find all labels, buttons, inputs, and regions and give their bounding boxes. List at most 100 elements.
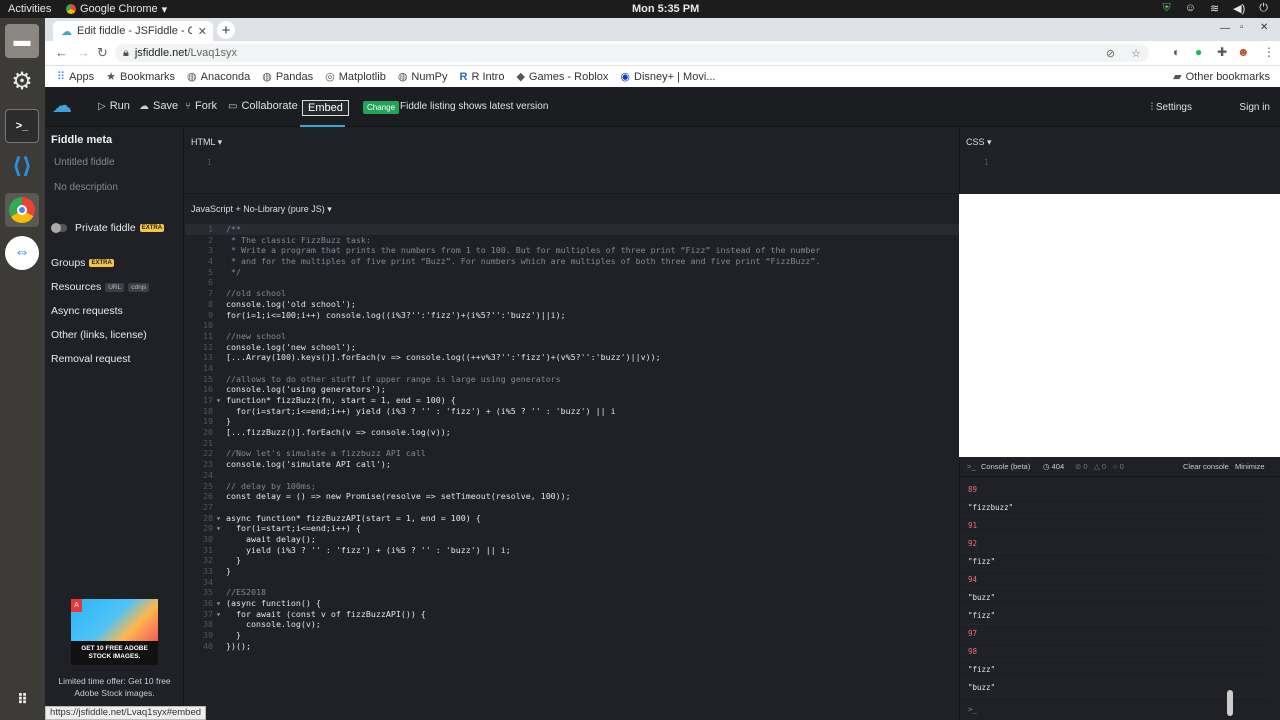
code-line[interactable]: 7 //old school <box>185 288 959 299</box>
fold-arrow-icon[interactable]: ▾ <box>216 598 226 609</box>
extension-green-icon[interactable]: ● <box>1195 45 1202 59</box>
console-warning-count[interactable]: △ 0 <box>1094 462 1106 471</box>
terminal-icon[interactable]: >_ <box>5 109 39 143</box>
change-badge[interactable]: Change <box>363 101 400 114</box>
save-button[interactable]: ☁ Save <box>139 100 178 112</box>
fold-arrow-icon[interactable]: ▾ <box>216 395 226 406</box>
maximize-icon[interactable]: ▫ <box>1240 22 1244 33</box>
back-icon[interactable]: ← <box>55 45 68 60</box>
code-line[interactable]: 28 ▾ async function* fizzBuzzAPI(start = 1… <box>185 513 959 524</box>
shield-icon[interactable]: ⛨ <box>1162 2 1170 15</box>
code-line[interactable]: 23 console.log('simulate API call'); <box>185 459 959 470</box>
toggle-switch[interactable] <box>51 223 67 233</box>
resources-item[interactable]: Resources URL cdnjs <box>51 281 150 293</box>
code-line[interactable]: 4 * and for the multiples of five print … <box>185 256 959 267</box>
bookmark-anaconda[interactable]: ◍ Anaconda <box>187 70 250 84</box>
system-clock[interactable]: Mon 5:35 PM <box>632 3 699 15</box>
code-line[interactable]: 19} <box>185 416 959 427</box>
code-line[interactable]: 38 console.log(v); <box>185 619 959 630</box>
chrome-dock-icon[interactable] <box>5 193 39 227</box>
new-tab-button[interactable]: + <box>217 21 235 39</box>
bookmark-pandas[interactable]: ◍ Pandas <box>262 70 313 84</box>
code-line[interactable]: 25 // delay by 100ms; <box>185 481 959 492</box>
private-fiddle-toggle[interactable]: Private fiddle EXTRA <box>51 222 165 234</box>
removal-request-item[interactable]: Removal request <box>51 353 130 365</box>
console-info-count[interactable]: ○ 0 <box>1113 462 1124 471</box>
camera-off-icon[interactable]: ⊘ <box>1106 47 1115 60</box>
code-line[interactable]: 6 <box>185 277 959 288</box>
code-line[interactable]: 29 ▾ for(i=start;i<=end;i++) { <box>185 523 959 534</box>
close-icon[interactable]: ✕ <box>198 25 207 38</box>
show-apps-icon[interactable]: ⠿ <box>5 682 39 716</box>
run-button[interactable]: ▷ Run <box>98 100 130 112</box>
settings-icon[interactable]: ⚙ <box>5 64 39 98</box>
code-editor[interactable]: 1/** 2 * The classic FizzBuzz task: 3 * Wr… <box>185 224 959 652</box>
code-line[interactable]: 8 console.log('old school'); <box>185 299 959 310</box>
code-line[interactable]: 33} <box>185 566 959 577</box>
css-editor-pane[interactable]: CSS ▾ 1 <box>959 127 1280 194</box>
code-line[interactable]: 11 //new school <box>185 331 959 342</box>
code-line[interactable]: 13 [...Array(100).keys()].forEach(v => co… <box>185 352 959 363</box>
cdnjs-badge[interactable]: cdnjs <box>128 282 150 292</box>
collaborate-button[interactable]: ▭ Collaborate <box>228 100 298 112</box>
code-line[interactable]: 14 <box>185 363 959 374</box>
bookmark-r-intro[interactable]: RR Intro <box>459 71 504 83</box>
code-line[interactable]: 40})(); <box>185 641 959 652</box>
window-close-icon[interactable]: ✕ <box>1260 22 1268 33</box>
bookmark-disney[interactable]: ◉ Disney+ | Movi... <box>620 70 715 84</box>
console-404-count[interactable]: ◷ 404 <box>1043 462 1064 471</box>
star-icon[interactable]: ☆ <box>1131 47 1141 60</box>
code-line[interactable]: 35 //ES2018 <box>185 587 959 598</box>
js-pane-label[interactable]: JavaScript + No-Library (pure JS) ▾ <box>191 204 332 215</box>
code-line[interactable]: 32 } <box>185 555 959 566</box>
tab-jsfiddle[interactable]: ☁ Edit fiddle - JSFiddle - Cod ✕ <box>53 21 213 41</box>
bookmark-roblox[interactable]: ◆ Games - Roblox <box>516 70 608 84</box>
extensions-puzzle-icon[interactable]: ✚ <box>1217 45 1227 59</box>
jsfiddle-logo-icon[interactable]: ☁ <box>52 95 82 117</box>
code-line[interactable]: 39 } <box>185 630 959 641</box>
settings-button[interactable]: ⫶ Settings <box>1151 102 1192 113</box>
code-line[interactable]: 15 //allows to do other stuff if upper ra… <box>185 374 959 385</box>
ad-text[interactable]: Limited time offer: Get 10 free Adobe St… <box>51 675 178 699</box>
volume-icon[interactable]: ◀) <box>1233 2 1245 15</box>
bookmark-apps[interactable]: ⠿ Apps <box>57 70 94 84</box>
html-editor-pane[interactable]: HTML ▾ 1 <box>185 127 959 194</box>
code-line[interactable]: 36 ▾ (async function() { <box>185 598 959 609</box>
code-line[interactable]: 3 * Write a program that prints the numb… <box>185 245 959 256</box>
code-line[interactable]: 5 */ <box>185 267 959 278</box>
code-line[interactable]: 20 [...fizzBuzz()].forEach(v => console.l… <box>185 427 959 438</box>
code-line[interactable]: 31 yield (i%3 ? '' : 'fizz') + (i%5 ? ''… <box>185 545 959 556</box>
code-line[interactable]: 22 //Now let's simulate a fizzbuzz API ca… <box>185 448 959 459</box>
fiddle-description-input[interactable]: No description <box>51 177 178 197</box>
html-pane-label[interactable]: HTML ▾ <box>191 137 222 148</box>
adobe-stock-ad[interactable]: A GET 10 FREE ADOBE STOCK IMAGES. <box>71 599 158 665</box>
fold-arrow-icon[interactable]: ▾ <box>216 609 226 620</box>
console-error-count[interactable]: ⊘ 0 <box>1075 462 1088 471</box>
code-line[interactable]: 37 ▾ for await (const v of fizzBuzzAPI())… <box>185 609 959 620</box>
result-frame[interactable] <box>959 194 1280 457</box>
css-pane-label[interactable]: CSS ▾ <box>966 137 992 148</box>
wifi-icon[interactable]: ≋ <box>1210 2 1219 15</box>
menu-kebab-icon[interactable]: ⋮ <box>1263 45 1275 59</box>
fork-button[interactable]: ⑂ Fork <box>185 100 217 112</box>
code-line[interactable]: 30 await delay(); <box>185 534 959 545</box>
async-requests-item[interactable]: Async requests <box>51 305 123 317</box>
bookmark-numpy[interactable]: ◍ NumPy <box>398 70 448 84</box>
code-line[interactable]: 17 ▾ function* fizzBuzz(fn, start = 1, end… <box>185 395 959 406</box>
power-icon[interactable]: ⏻ <box>1259 2 1268 15</box>
fiddle-title-input[interactable]: Untitled fiddle <box>51 152 178 172</box>
code-line[interactable]: 21 <box>185 438 959 449</box>
minimize-icon[interactable]: — <box>1220 23 1230 34</box>
forward-icon[interactable]: → <box>77 45 90 60</box>
clear-console-button[interactable]: Clear console <box>1183 462 1229 471</box>
teamviewer-icon[interactable]: ⇔ <box>5 236 39 270</box>
code-line[interactable]: 1 /** <box>185 224 959 235</box>
system-tray[interactable]: ⛨ ☺ ≋ ◀) ⏻ <box>1162 2 1268 15</box>
profile-avatar[interactable]: ☻ <box>1237 45 1250 59</box>
code-line[interactable]: 26 const delay = () => new Promise(resolv… <box>185 491 959 502</box>
console-input[interactable]: >_ <box>968 705 977 714</box>
minimize-console-button[interactable]: Minimize <box>1235 462 1265 471</box>
code-line[interactable]: 18 for(i=start;i<=end;i++) yield (i%3 ? … <box>185 406 959 417</box>
code-line[interactable]: 34 <box>185 577 959 588</box>
code-line[interactable]: 2 * The classic FizzBuzz task: <box>185 235 959 246</box>
